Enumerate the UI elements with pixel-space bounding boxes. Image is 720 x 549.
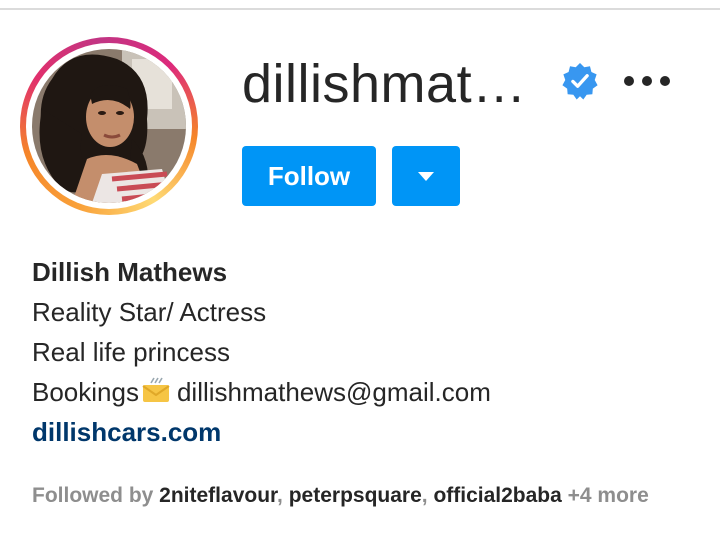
avatar[interactable] (32, 49, 186, 203)
follower-account[interactable]: peterpsquare (289, 484, 422, 507)
bio-line-1: Reality Star/ Actress (32, 297, 267, 327)
suggested-accounts-dropdown-button[interactable] (392, 146, 460, 206)
followed-by[interactable]: Followed by 2niteflavour, peterpsquare, … (32, 481, 672, 510)
story-ring[interactable] (20, 37, 198, 215)
followed-by-prefix: Followed by (32, 484, 160, 507)
bookings-label: Bookings (32, 377, 139, 407)
envelope-icon (142, 377, 170, 402)
more-options-icon[interactable] (624, 73, 670, 89)
top-divider (0, 8, 720, 10)
bio-line-2: Real life princess (32, 337, 230, 367)
profile-bio: Dillish Mathews Reality Star/ Actress Re… (32, 252, 712, 452)
follower-account[interactable]: official2baba (433, 484, 561, 507)
follower-account[interactable]: 2niteflavour (159, 484, 277, 507)
website-link[interactable]: dillishcars.com (32, 412, 712, 452)
profile-username: dillishmat… (242, 54, 527, 114)
bio-bookings-line: Bookings dillishmathews@gmail.com (32, 372, 712, 412)
verified-badge-icon (562, 62, 598, 100)
full-name: Dillish Mathews (32, 257, 228, 287)
email-link[interactable]: dillishmathews@gmail.com (177, 377, 491, 407)
follow-button[interactable]: Follow (242, 146, 376, 206)
followed-by-more[interactable]: +4 more (562, 484, 649, 507)
chevron-down-icon (418, 171, 434, 181)
profile-photo (32, 49, 186, 203)
